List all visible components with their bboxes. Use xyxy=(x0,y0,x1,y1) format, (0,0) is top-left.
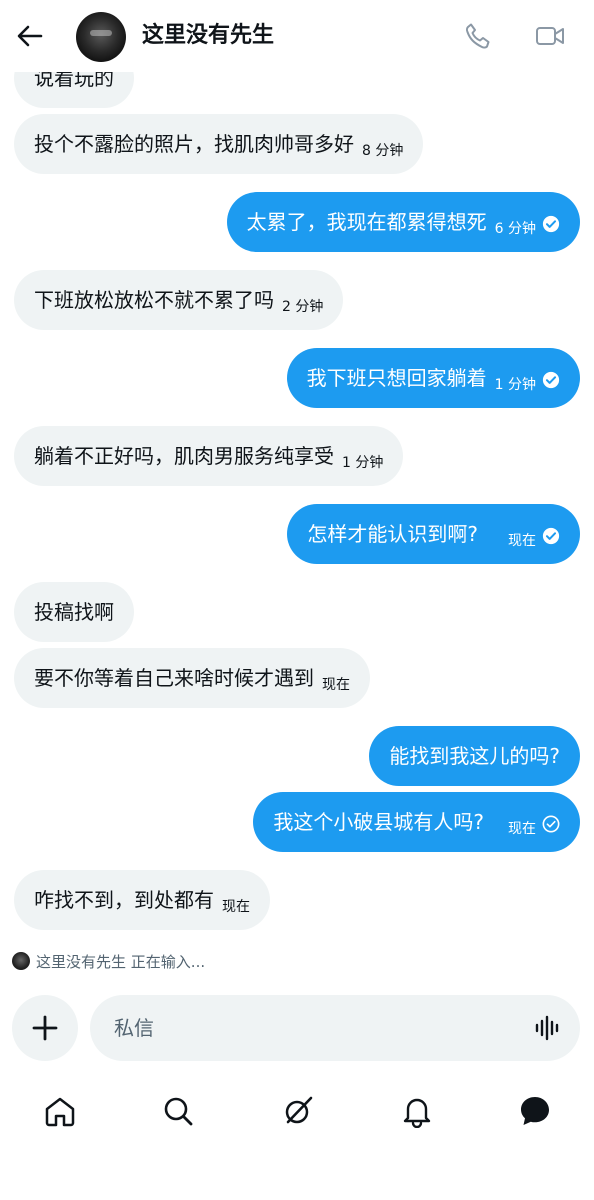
message-bubble[interactable]: 要不你等着自己来啥时候才遇到 现在 xyxy=(14,648,370,708)
conversation-title[interactable]: 这里没有先生 xyxy=(142,22,274,50)
message-text: 太累了，我现在都累得想死 xyxy=(246,210,487,234)
message-time: 现在 xyxy=(222,899,250,915)
home-icon[interactable] xyxy=(43,1094,77,1128)
message-text: 下班放松放松不就不累了吗 xyxy=(34,288,274,312)
plus-icon xyxy=(32,1015,58,1041)
message-list[interactable]: 说看玩的 投个不露脸的照片，找肌肉帅哥多好 8 分钟 太累了，我现在都累得想死 6 … xyxy=(0,0,594,1000)
seen-check-icon xyxy=(542,527,560,545)
message-time: 8 分钟 xyxy=(362,143,404,159)
message-text: 我下班只想回家躺着 xyxy=(306,366,487,390)
message-text: 躺着不正好吗，肌肉男服务纯享受 xyxy=(34,444,334,468)
message-text: 要不你等着自己来啥时候才遇到 xyxy=(34,666,314,690)
seen-check-icon xyxy=(542,371,560,389)
typing-status: 正在输入... xyxy=(130,953,206,971)
message-text: 能找到我这儿的吗? xyxy=(389,744,560,768)
message-text: 咋找不到，到处都有 xyxy=(34,888,214,912)
back-arrow-icon[interactable] xyxy=(14,20,46,52)
message-time: 现在 xyxy=(322,677,350,693)
seen-check-icon xyxy=(542,215,560,233)
message-text: 投个不露脸的照片，找肌肉帅哥多好 xyxy=(34,132,354,156)
bottom-navigation xyxy=(0,1078,594,1144)
message-time: 现在 xyxy=(508,533,536,549)
message-bubble[interactable]: 下班放松放松不就不累了吗 2 分钟 xyxy=(14,270,344,330)
message-text: 投稿找啊 xyxy=(34,600,114,624)
message-composer: 私信 xyxy=(0,995,594,1065)
messages-icon[interactable] xyxy=(518,1094,552,1128)
avatar xyxy=(12,952,30,970)
grok-icon[interactable] xyxy=(281,1094,315,1128)
message-bubble[interactable]: 躺着不正好吗，肌肉男服务纯享受 1 分钟 xyxy=(14,426,404,486)
add-attachment-button[interactable] xyxy=(12,995,78,1061)
message-text: 怎样才能认识到啊? xyxy=(307,522,478,546)
typing-name: 这里没有先生 xyxy=(36,953,127,971)
message-text: 我这个小破县城有人吗? xyxy=(273,810,484,834)
message-input[interactable]: 私信 xyxy=(90,995,580,1061)
conversation-header: 这里没有先生 xyxy=(0,0,594,72)
search-icon[interactable] xyxy=(161,1094,195,1128)
message-bubble[interactable]: 投个不露脸的照片，找肌肉帅哥多好 8 分钟 xyxy=(14,114,424,174)
message-input-placeholder: 私信 xyxy=(114,1016,154,1040)
message-bubble[interactable]: 咋找不到，到处都有 现在 xyxy=(14,870,270,930)
message-bubble[interactable]: 能找到我这儿的吗? xyxy=(369,726,580,786)
message-time: 6 分钟 xyxy=(494,221,536,237)
message-bubble[interactable]: 太累了，我现在都累得想死 6 分钟 xyxy=(226,192,580,252)
message-time: 2 分钟 xyxy=(282,299,324,315)
notifications-icon[interactable] xyxy=(400,1094,434,1128)
message-time: 现在 xyxy=(508,821,536,837)
voice-message-icon[interactable] xyxy=(534,1014,562,1042)
typing-indicator: 这里没有先生 正在输入... xyxy=(12,950,205,974)
message-time: 1 分钟 xyxy=(342,455,384,471)
avatar[interactable] xyxy=(76,12,126,62)
sent-check-icon xyxy=(542,815,560,833)
phone-icon[interactable] xyxy=(462,20,494,52)
message-bubble[interactable]: 怎样才能认识到啊? 现在 xyxy=(287,504,580,564)
video-call-icon[interactable] xyxy=(534,20,566,52)
message-bubble[interactable]: 投稿找啊 xyxy=(14,582,134,642)
message-bubble[interactable]: 我下班只想回家躺着 1 分钟 xyxy=(286,348,580,408)
message-bubble[interactable]: 我这个小破县城有人吗? 现在 xyxy=(253,792,580,852)
message-time: 1 分钟 xyxy=(494,377,536,393)
